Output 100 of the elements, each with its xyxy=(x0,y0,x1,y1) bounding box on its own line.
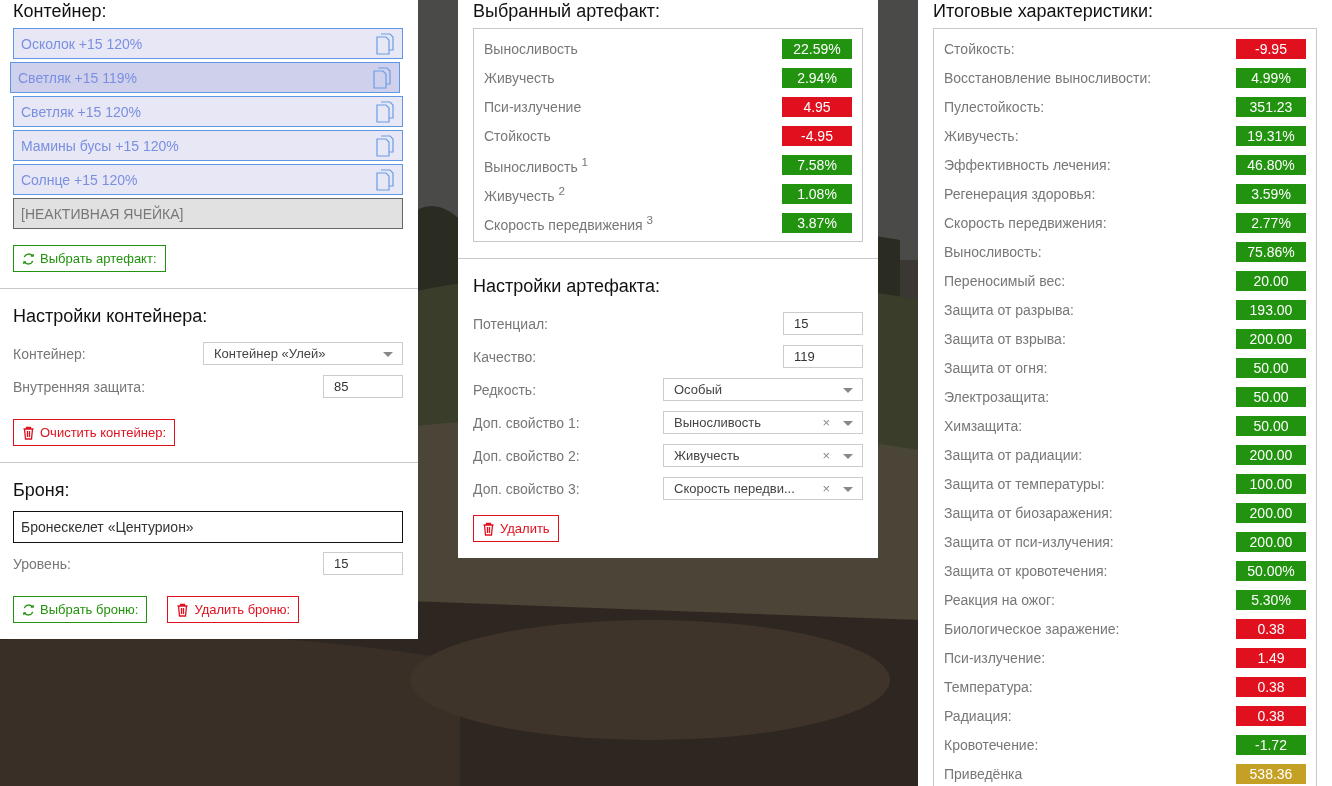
stat-label: Скорость передвижения $^{3}$ xyxy=(484,212,654,233)
stat-value: 200.00 xyxy=(1236,328,1306,349)
caret-icon xyxy=(383,352,393,357)
stat-label: Кровотечение: xyxy=(944,736,1039,753)
delete-armor-button[interactable]: Удалить броню: xyxy=(167,596,300,623)
trash-icon xyxy=(176,602,190,617)
stat-value: 50.00% xyxy=(1236,560,1306,581)
stat-label: Защита от радиации: xyxy=(944,446,1083,463)
stat-value: 7.58% xyxy=(782,154,852,175)
section-title: Контейнер: xyxy=(13,0,108,23)
stat-label: Скорость передвижения: xyxy=(944,214,1107,231)
artifact-slot[interactable]: Осколок +15 120% xyxy=(13,28,403,59)
stat-label: Стойкость: xyxy=(944,40,1015,57)
stat-value: 3.87% xyxy=(782,212,852,233)
delete-button[interactable]: Удалить xyxy=(473,515,559,542)
stat-value: 351.23 xyxy=(1236,96,1306,117)
stat-label: Восстановление выносливости: xyxy=(944,69,1152,86)
stat-value: 193.00 xyxy=(1236,299,1306,320)
number-field[interactable]: 15 xyxy=(323,552,403,575)
stat-value: 0.38 xyxy=(1236,676,1306,697)
refresh-icon xyxy=(22,251,35,266)
stat-label: Температура: xyxy=(944,678,1033,695)
artifact-slot[interactable]: Мамины бусы +15 120% xyxy=(13,130,403,161)
field-label: Уровень: xyxy=(13,555,71,572)
stat-label: Живучесть $^{2}$ xyxy=(484,183,566,204)
choose-armor-button[interactable]: Выбрать броню: xyxy=(13,596,148,623)
stat-value: 22.59% xyxy=(782,38,852,59)
inactive-slot: [НЕАКТИВНАЯ ЯЧЕЙКА] xyxy=(13,198,403,229)
stat-label: Химзащита: xyxy=(944,417,1023,434)
stat-label: Защита от температуры: xyxy=(944,475,1105,492)
field-label: Доп. свойство 3: xyxy=(473,480,580,497)
slot-label: Осколок +15 120% xyxy=(21,35,143,52)
stat-value: 5.30% xyxy=(1236,589,1306,610)
stat-value: 50.00 xyxy=(1236,386,1306,407)
field-label: Качество: xyxy=(473,348,537,365)
trash-icon xyxy=(482,521,495,536)
stat-label: Радиация: xyxy=(944,707,1012,724)
artifact-slot[interactable]: Светляк +15 120% xyxy=(13,96,403,127)
stat-value: 100.00 xyxy=(1236,473,1306,494)
field-label: Контейнер: xyxy=(13,345,86,362)
caret-icon xyxy=(843,421,853,426)
stat-value: 1.08% xyxy=(782,183,852,204)
field-label: Внутренняя защита: xyxy=(13,378,146,395)
stat-label: Пулестойкость: xyxy=(944,98,1045,115)
stat-label: Биологическое заражение: xyxy=(944,620,1120,637)
slot-label: Светляк +15 120% xyxy=(21,103,142,120)
section-title: Настройки артефакта: xyxy=(473,275,661,298)
stat-label: Живучесть xyxy=(484,69,555,86)
artifact-slot[interactable]: Солнце +15 120% xyxy=(13,164,403,195)
number-field[interactable]: 15 xyxy=(783,312,863,335)
stat-label: Приведёнка xyxy=(944,765,1023,782)
stat-value: 0.38 xyxy=(1236,705,1306,726)
stat-value: 200.00 xyxy=(1236,531,1306,552)
stat-label: Защита от биозаражения: xyxy=(944,504,1113,521)
stat-value: 20.00 xyxy=(1236,270,1306,291)
select-field[interactable]: Выносливость × xyxy=(663,411,863,434)
stat-label: Эффективность лечения: xyxy=(944,156,1111,173)
stat-value: -9.95 xyxy=(1236,38,1306,59)
stat-label: Электрозащита: xyxy=(944,388,1050,405)
stat-value: 538.36 xyxy=(1236,763,1306,784)
refresh-icon xyxy=(22,602,35,617)
stat-label: Реакция на ожог: xyxy=(944,591,1055,608)
number-field[interactable]: 85 xyxy=(323,375,403,398)
stat-label: Защита от пси-излучения: xyxy=(944,533,1114,550)
copy-icon xyxy=(376,100,394,123)
stat-value: 1.49 xyxy=(1236,647,1306,668)
stat-label: Регенерация здоровья: xyxy=(944,185,1096,202)
section-title: Броня: xyxy=(13,479,71,502)
clear-button[interactable]: × xyxy=(822,415,830,430)
stat-label: Пси-излучение xyxy=(484,98,582,115)
stat-value: 2.77% xyxy=(1236,212,1306,233)
stat-value: 75.86% xyxy=(1236,241,1306,262)
clear-button[interactable]: × xyxy=(822,481,830,496)
stat-value: 3.59% xyxy=(1236,183,1306,204)
field-label: Редкость: xyxy=(473,381,537,398)
stat-value: 46.80% xyxy=(1236,154,1306,175)
copy-icon xyxy=(373,66,391,89)
select-field[interactable]: Скорость передви... × xyxy=(663,477,863,500)
slot-label: Светляк +15 119% xyxy=(18,69,137,86)
stat-label: Стойкость xyxy=(484,127,551,144)
stat-label: Живучесть: xyxy=(944,127,1019,144)
select-field[interactable]: Особый xyxy=(663,378,863,401)
number-field[interactable]: 119 xyxy=(783,345,863,368)
stat-label: Пси-излучение: xyxy=(944,649,1046,666)
stat-value: -4.95 xyxy=(782,125,852,146)
select-field[interactable]: Контейнер «Улей» xyxy=(203,342,403,365)
select-value: Выносливость xyxy=(674,415,761,430)
choose-artifact-button[interactable]: Выбрать артефакт: xyxy=(13,245,166,272)
copy-icon xyxy=(376,32,394,55)
section-title: Настройки контейнера: xyxy=(13,305,209,328)
field-label: Доп. свойство 2: xyxy=(473,447,580,464)
select-field[interactable]: Живучесть × xyxy=(663,444,863,467)
clear-container-button[interactable]: Очистить контейнер: xyxy=(13,419,175,446)
stat-label: Выносливость $^{1}$ xyxy=(484,154,589,175)
clear-button[interactable]: × xyxy=(822,448,830,463)
caret-icon xyxy=(843,454,853,459)
stat-label: Защита от взрыва: xyxy=(944,330,1066,347)
stat-value: 2.94% xyxy=(782,67,852,88)
stat-label: Защита от кровотечения: xyxy=(944,562,1108,579)
armor-name-field[interactable]: Бронескелет «Центурион» xyxy=(13,511,403,543)
